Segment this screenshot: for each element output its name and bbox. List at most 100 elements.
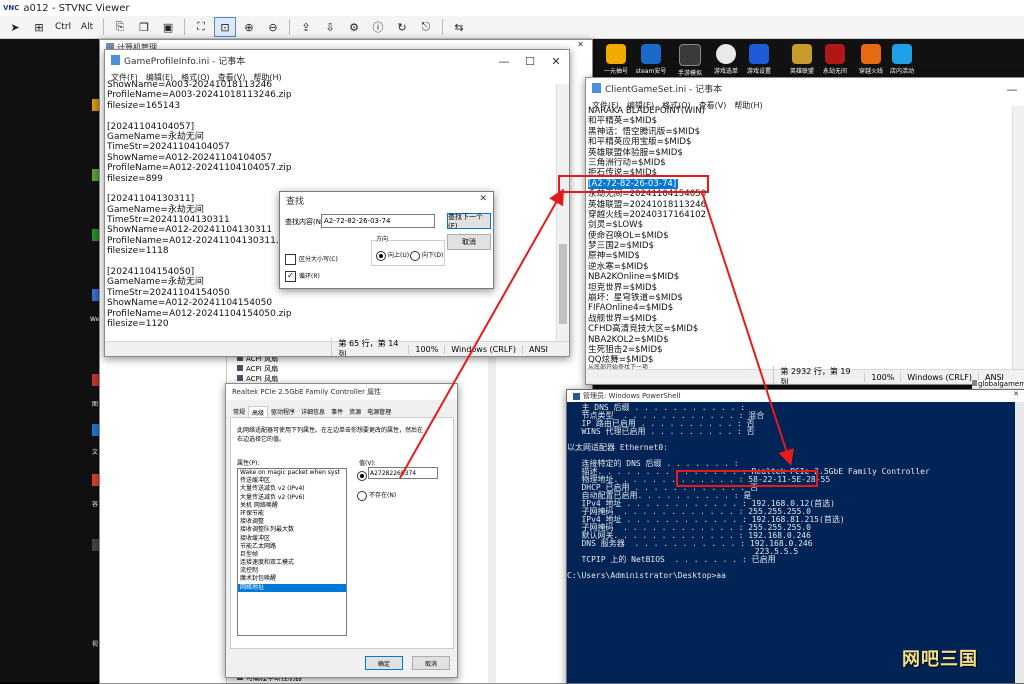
- not-present-radio[interactable]: [357, 490, 367, 501]
- cancel-button[interactable]: 取消: [412, 656, 450, 670]
- console-line: 以太网适配器 Ethernet0:: [567, 443, 668, 452]
- screenshot-icon[interactable]: ▣: [157, 17, 179, 37]
- tree-item[interactable]: ACPI 风扇: [237, 364, 278, 374]
- text-line: TimeStr=20241104154050: [107, 287, 230, 298]
- connection-info-icon[interactable]: ⓘ: [367, 17, 389, 37]
- minimize-icon[interactable]: —: [491, 50, 517, 72]
- powershell-scrollbar[interactable]: [1015, 402, 1024, 683]
- direction-up[interactable]: 向上(U): [376, 250, 409, 261]
- direction-down-radio[interactable]: [410, 250, 420, 261]
- shortcut-mobile-emulator[interactable]: 手游模拟: [672, 44, 708, 77]
- scrollbar-thumb[interactable]: [559, 244, 567, 324]
- notepad-icon: [592, 83, 601, 93]
- zoom-in-icon[interactable]: ⊕: [238, 17, 260, 37]
- notepad-right-titlebar[interactable]: ClientGameSet.ini - 记事本 —: [586, 78, 1024, 98]
- shortcut-game-menu[interactable]: 游戏选单: [708, 44, 744, 75]
- minimize-icon[interactable]: —: [999, 78, 1024, 100]
- text-line: filesize=165143: [107, 100, 181, 111]
- find-dialog-titlebar[interactable]: 查找 ✕: [280, 192, 493, 208]
- shortcut-icon: [716, 44, 736, 64]
- close-icon[interactable]: ✕: [479, 194, 487, 204]
- copy-icon[interactable]: ⎘: [109, 17, 131, 37]
- shortcut-icon: [892, 44, 912, 64]
- find-dialog[interactable]: 查找 ✕ 查找内容(N): 查找下一个(F) 取消 方向 向上(U) 向下(D)…: [279, 191, 494, 289]
- property-item[interactable]: 大量传送减负 v2 (IPv6): [238, 494, 346, 502]
- fit-window-icon[interactable]: ⊡: [214, 17, 237, 37]
- network-address-input[interactable]: [368, 467, 438, 479]
- property-item-selected[interactable]: 网络地址: [238, 583, 346, 592]
- wrap-option[interactable]: ✓ 循环(R): [285, 271, 320, 282]
- property-item[interactable]: 环保节能: [238, 510, 346, 518]
- paste-icon[interactable]: ❐: [133, 17, 155, 37]
- property-item[interactable]: 魔术封包唤醒: [238, 575, 346, 583]
- nic-properties-dialog[interactable]: Realtek PCIe 2.5GbE Family Controller 属性…: [225, 383, 458, 678]
- nic-properties-titlebar[interactable]: Realtek PCIe 2.5GbE Family Controller 属性: [226, 384, 457, 400]
- value-label: 值(V):: [359, 460, 376, 467]
- shortcut-game-settings[interactable]: 游戏设置: [741, 44, 777, 75]
- text-line: 剑灵=$LOW$: [588, 220, 644, 231]
- notepad-right-text-area[interactable]: NARAKA BLADEPOINT(WIN)=$MID$和平精英=$MID$黑神…: [588, 106, 706, 364]
- shortcut-naraka[interactable]: 永劫无间: [817, 44, 853, 75]
- shortcut-lol[interactable]: 英雄联盟: [784, 44, 820, 75]
- notepad-left-statusbar: 第 65 行，第 14 列 100% Windows (CRLF) ANSI: [105, 338, 569, 356]
- text-line: [20241104104057]: [107, 121, 195, 132]
- desktop-icon-label: 图: [92, 401, 99, 408]
- close-icon[interactable]: ✕: [577, 40, 584, 49]
- transfer-icon[interactable]: ⇆: [448, 17, 470, 37]
- find-next-button[interactable]: 查找下一个(F): [447, 213, 491, 230]
- property-list[interactable]: Wake on magic packet when syst 传送缓冲区 大量传送减…: [237, 468, 347, 636]
- powershell-console[interactable]: 主 DNS 后缀 . . . . . . . . . . . : 节点类型 . …: [567, 404, 1015, 683]
- match-case-checkbox[interactable]: [285, 254, 296, 265]
- direction-down[interactable]: 向下(D): [410, 250, 443, 261]
- close-icon[interactable]: ✕: [1013, 390, 1019, 398]
- property-item[interactable]: 关机 网络唤醒: [238, 502, 346, 510]
- notepad-clientgameset-window[interactable]: ClientGameSet.ini - 记事本 — 文件(F) 编辑(E) 格式…: [585, 77, 1024, 385]
- maximize-icon[interactable]: ☐: [517, 50, 543, 72]
- ctrl-alt-del-icon[interactable]: ⊞: [28, 17, 50, 37]
- fullscreen-icon[interactable]: ⛶: [190, 17, 212, 37]
- close-icon[interactable]: ✕: [543, 50, 569, 72]
- refresh-icon[interactable]: ↻: [391, 17, 413, 37]
- alt-key-button[interactable]: Alt: [76, 17, 98, 37]
- nic-properties-title: Realtek PCIe 2.5GbE Family Controller 属性: [232, 388, 382, 396]
- powershell-window[interactable]: 管理员: Windows PowerShell ✕ 主 DNS 后缀 . . .…: [566, 389, 1024, 684]
- tree-scrollbar[interactable]: [488, 350, 496, 683]
- value-radio-button[interactable]: [357, 471, 367, 481]
- menu-help[interactable]: 帮助(H): [734, 100, 762, 111]
- direction-up-radio[interactable]: [376, 250, 386, 261]
- notepad-left-titlebar[interactable]: GameProfileInfo.ini - 记事本 — ☐ ✕: [105, 50, 569, 70]
- vnc-window-title: a012 - STVNC Viewer: [23, 2, 130, 14]
- not-present-option[interactable]: 不存在(N): [357, 490, 396, 501]
- wrap-checkbox[interactable]: ✓: [285, 271, 296, 282]
- disconnect-icon[interactable]: ⎋: [415, 17, 437, 37]
- ok-button[interactable]: 确定: [365, 656, 403, 670]
- property-item[interactable]: 接收缓冲区: [238, 535, 346, 543]
- direction-group: 方向 向上(U) 向下(D): [371, 234, 445, 266]
- notepad-left-scrollbar[interactable]: [556, 84, 569, 342]
- shortcut-store-events[interactable]: 店内活动: [884, 44, 920, 75]
- property-item[interactable]: 节能乙太网路: [238, 543, 346, 551]
- notepad-right-scrollbar[interactable]: [1012, 106, 1024, 370]
- shortcut-yiyuan[interactable]: 一元抽号: [598, 44, 634, 75]
- console-line: WINS 代理已启用 . . . . . . . . . : 否: [567, 427, 755, 436]
- toolbar-separator: [184, 19, 186, 35]
- property-item[interactable]: Wake on magic packet when syst: [238, 469, 346, 477]
- powershell-titlebar[interactable]: 管理员: Windows PowerShell ✕: [567, 390, 1024, 402]
- nic-description: 此网络适配器可使用下列属性。在左边单击你想要更改的属性，然后在右边选择它的值。: [237, 427, 424, 443]
- ctrl-key-button[interactable]: Ctrl: [52, 17, 74, 37]
- property-item[interactable]: 接收调整队列最大数: [238, 526, 346, 534]
- property-item[interactable]: 大量传送减负 v2 (IPv4): [238, 485, 346, 493]
- fan-icon: [237, 365, 243, 371]
- vnc-titlebar[interactable]: VNC a012 - STVNC Viewer: [0, 0, 1024, 17]
- match-case-option[interactable]: 区分大小写(C): [285, 254, 338, 265]
- download-file-icon[interactable]: ⇩: [319, 17, 341, 37]
- send-key-icon[interactable]: ➤: [4, 17, 26, 37]
- zoom-out-icon[interactable]: ⊖: [262, 17, 284, 37]
- upload-file-icon[interactable]: ⇪: [295, 17, 317, 37]
- find-cancel-button[interactable]: 取消: [447, 234, 491, 250]
- property-item[interactable]: 巨型帧: [238, 551, 346, 559]
- shortcut-steam[interactable]: steam安号: [633, 44, 669, 75]
- find-dialog-title: 查找: [286, 196, 305, 207]
- find-input[interactable]: [321, 214, 435, 228]
- options-icon[interactable]: ⚙: [343, 17, 365, 37]
